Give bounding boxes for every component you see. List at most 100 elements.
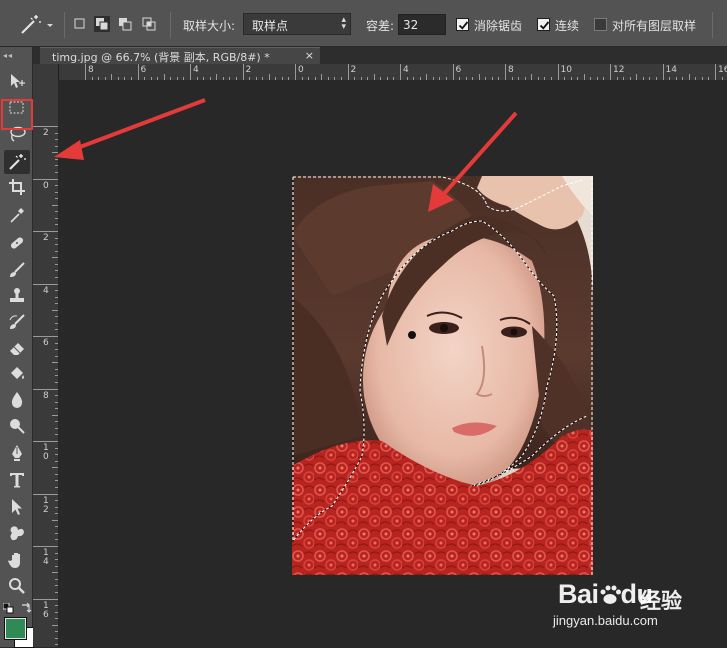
history-brush-tool[interactable]: [4, 310, 30, 334]
paint-bucket-icon: [11, 367, 24, 379]
panel-grip[interactable]: ◂◂: [3, 51, 13, 60]
foreground-color-swatch[interactable]: [5, 618, 26, 639]
baidu-jingyan-watermark: Bai du 经验 jingyan.baidu.com: [548, 568, 723, 630]
ruler-label: 16: [718, 65, 727, 75]
anti-alias-label: 消除锯齿: [474, 19, 523, 33]
paw-icon: [600, 585, 621, 604]
watermark-brand: Bai du: [558, 579, 653, 609]
ruler-label: 4: [43, 285, 49, 296]
ruler-tick: [85, 64, 86, 80]
custom-shape-tool[interactable]: [4, 521, 30, 545]
ruler-tick: [400, 64, 401, 80]
zoom-icon: [9, 578, 25, 594]
magic-wand-tool[interactable]: [4, 150, 30, 174]
ruler-label: 2: [43, 233, 49, 243]
path-selection-icon: [12, 499, 22, 515]
ruler-tick: [33, 178, 58, 180]
close-icon[interactable]: ×: [305, 49, 314, 62]
ruler-label: 0: [298, 65, 304, 75]
ruler-tick: [662, 64, 664, 80]
ruler-tick: [33, 231, 58, 232]
document-tab[interactable]: timg.jpg @ 66.7% (背景 副本, RGB/8#) * ×: [40, 47, 320, 64]
path-selection-tool[interactable]: [4, 495, 30, 519]
sample-size-select[interactable]: 取样点 ▴ ▾: [243, 13, 351, 35]
paint-bucket-tool[interactable]: [4, 362, 30, 386]
hand-tool[interactable]: [4, 548, 30, 572]
checkmark-icon: [458, 21, 469, 30]
healing-brush-tool[interactable]: [4, 231, 30, 255]
vertical-ruler[interactable]: 2 0 2 4 6 8 10 12 14 16: [33, 64, 59, 647]
add-to-selection-icon[interactable]: [94, 16, 110, 32]
new-selection-icon[interactable]: [72, 16, 88, 32]
ruler-tick: [505, 64, 506, 80]
history-brush-icon: [9, 314, 25, 329]
ruler-tick: [190, 64, 191, 80]
pen-tool[interactable]: [4, 441, 30, 465]
swap-colors-icon[interactable]: [20, 599, 32, 613]
sample-all-layers-checkbox[interactable]: [594, 18, 607, 31]
annotation-highlight-box: [1, 99, 33, 130]
tools-panel: ◂◂: [0, 47, 35, 648]
type-tool[interactable]: [4, 468, 30, 492]
ruler-tick: [33, 283, 58, 285]
ruler-label: 10: [560, 65, 572, 75]
ruler-label: 0: [43, 180, 49, 191]
document-tab-bar: timg.jpg @ 66.7% (背景 副本, RGB/8#) * ×: [33, 47, 727, 64]
crop-tool[interactable]: [4, 175, 30, 199]
separator: [64, 12, 65, 38]
document-image[interactable]: [292, 176, 593, 575]
blur-tool[interactable]: [4, 388, 30, 412]
magic-wand-icon: [21, 15, 53, 34]
intersect-selection-icon[interactable]: [141, 16, 157, 32]
ruler-label: 2: [43, 128, 49, 138]
eyedropper-tool[interactable]: [4, 203, 30, 227]
dodge-icon: [10, 419, 25, 434]
tool-preset-picker[interactable]: [16, 13, 56, 37]
custom-shape-icon: [10, 526, 24, 541]
move-icon: [11, 74, 25, 88]
watermark-chinese: 经验: [640, 589, 682, 613]
ruler-tick: [33, 493, 58, 495]
sample-size-value: 取样点: [252, 19, 289, 33]
hand-icon: [8, 553, 20, 568]
brush-icon: [10, 262, 25, 277]
tolerance-input[interactable]: 32: [398, 14, 446, 35]
ruler-tick: [295, 64, 296, 80]
default-colors-icon[interactable]: [2, 600, 15, 614]
ruler-tick: [715, 64, 716, 80]
anti-alias-checkbox[interactable]: [456, 18, 469, 31]
options-bar: 取样大小: 取样点 ▴ ▾ 容差: 32 消除锯齿 连续 对所有图层取样: [0, 0, 727, 47]
ruler-tick: [33, 336, 58, 337]
ruler-label: 8: [508, 65, 514, 75]
checkmark-icon: [539, 21, 550, 30]
crop-icon: [9, 179, 25, 195]
move-tool[interactable]: [4, 69, 30, 93]
ruler-label: 4: [193, 65, 199, 75]
brush-tool[interactable]: [4, 258, 30, 282]
clone-stamp-tool[interactable]: [4, 284, 30, 308]
ruler-tick: [33, 546, 58, 547]
eyedropper-icon: [10, 208, 24, 223]
eraser-tool[interactable]: [4, 336, 30, 360]
ruler-tick: [557, 64, 559, 80]
ruler-label: 14: [43, 548, 49, 567]
ruler-tick: [242, 64, 244, 80]
blur-icon: [11, 392, 23, 408]
ruler-label: 2: [350, 65, 357, 75]
contiguous-checkbox[interactable]: [537, 18, 550, 31]
horizontal-ruler[interactable]: 864202468101214161820: [58, 64, 727, 81]
magic-wand-icon: [9, 154, 26, 170]
subtract-from-selection-icon[interactable]: [117, 16, 133, 32]
ruler-tick: [452, 64, 454, 80]
separator: [170, 12, 171, 38]
ruler-tick: [33, 126, 58, 127]
tolerance-label: 容差:: [366, 19, 395, 33]
ruler-label: 6: [455, 65, 462, 75]
clone-stamp-icon: [10, 288, 24, 302]
ruler-label: 12: [43, 495, 49, 515]
ruler-tick: [33, 388, 58, 390]
pen-icon: [12, 445, 22, 461]
zoom-tool[interactable]: [4, 574, 30, 598]
document-tab-title: timg.jpg @ 66.7% (背景 副本, RGB/8#) *: [52, 51, 270, 64]
dodge-tool[interactable]: [4, 414, 30, 438]
